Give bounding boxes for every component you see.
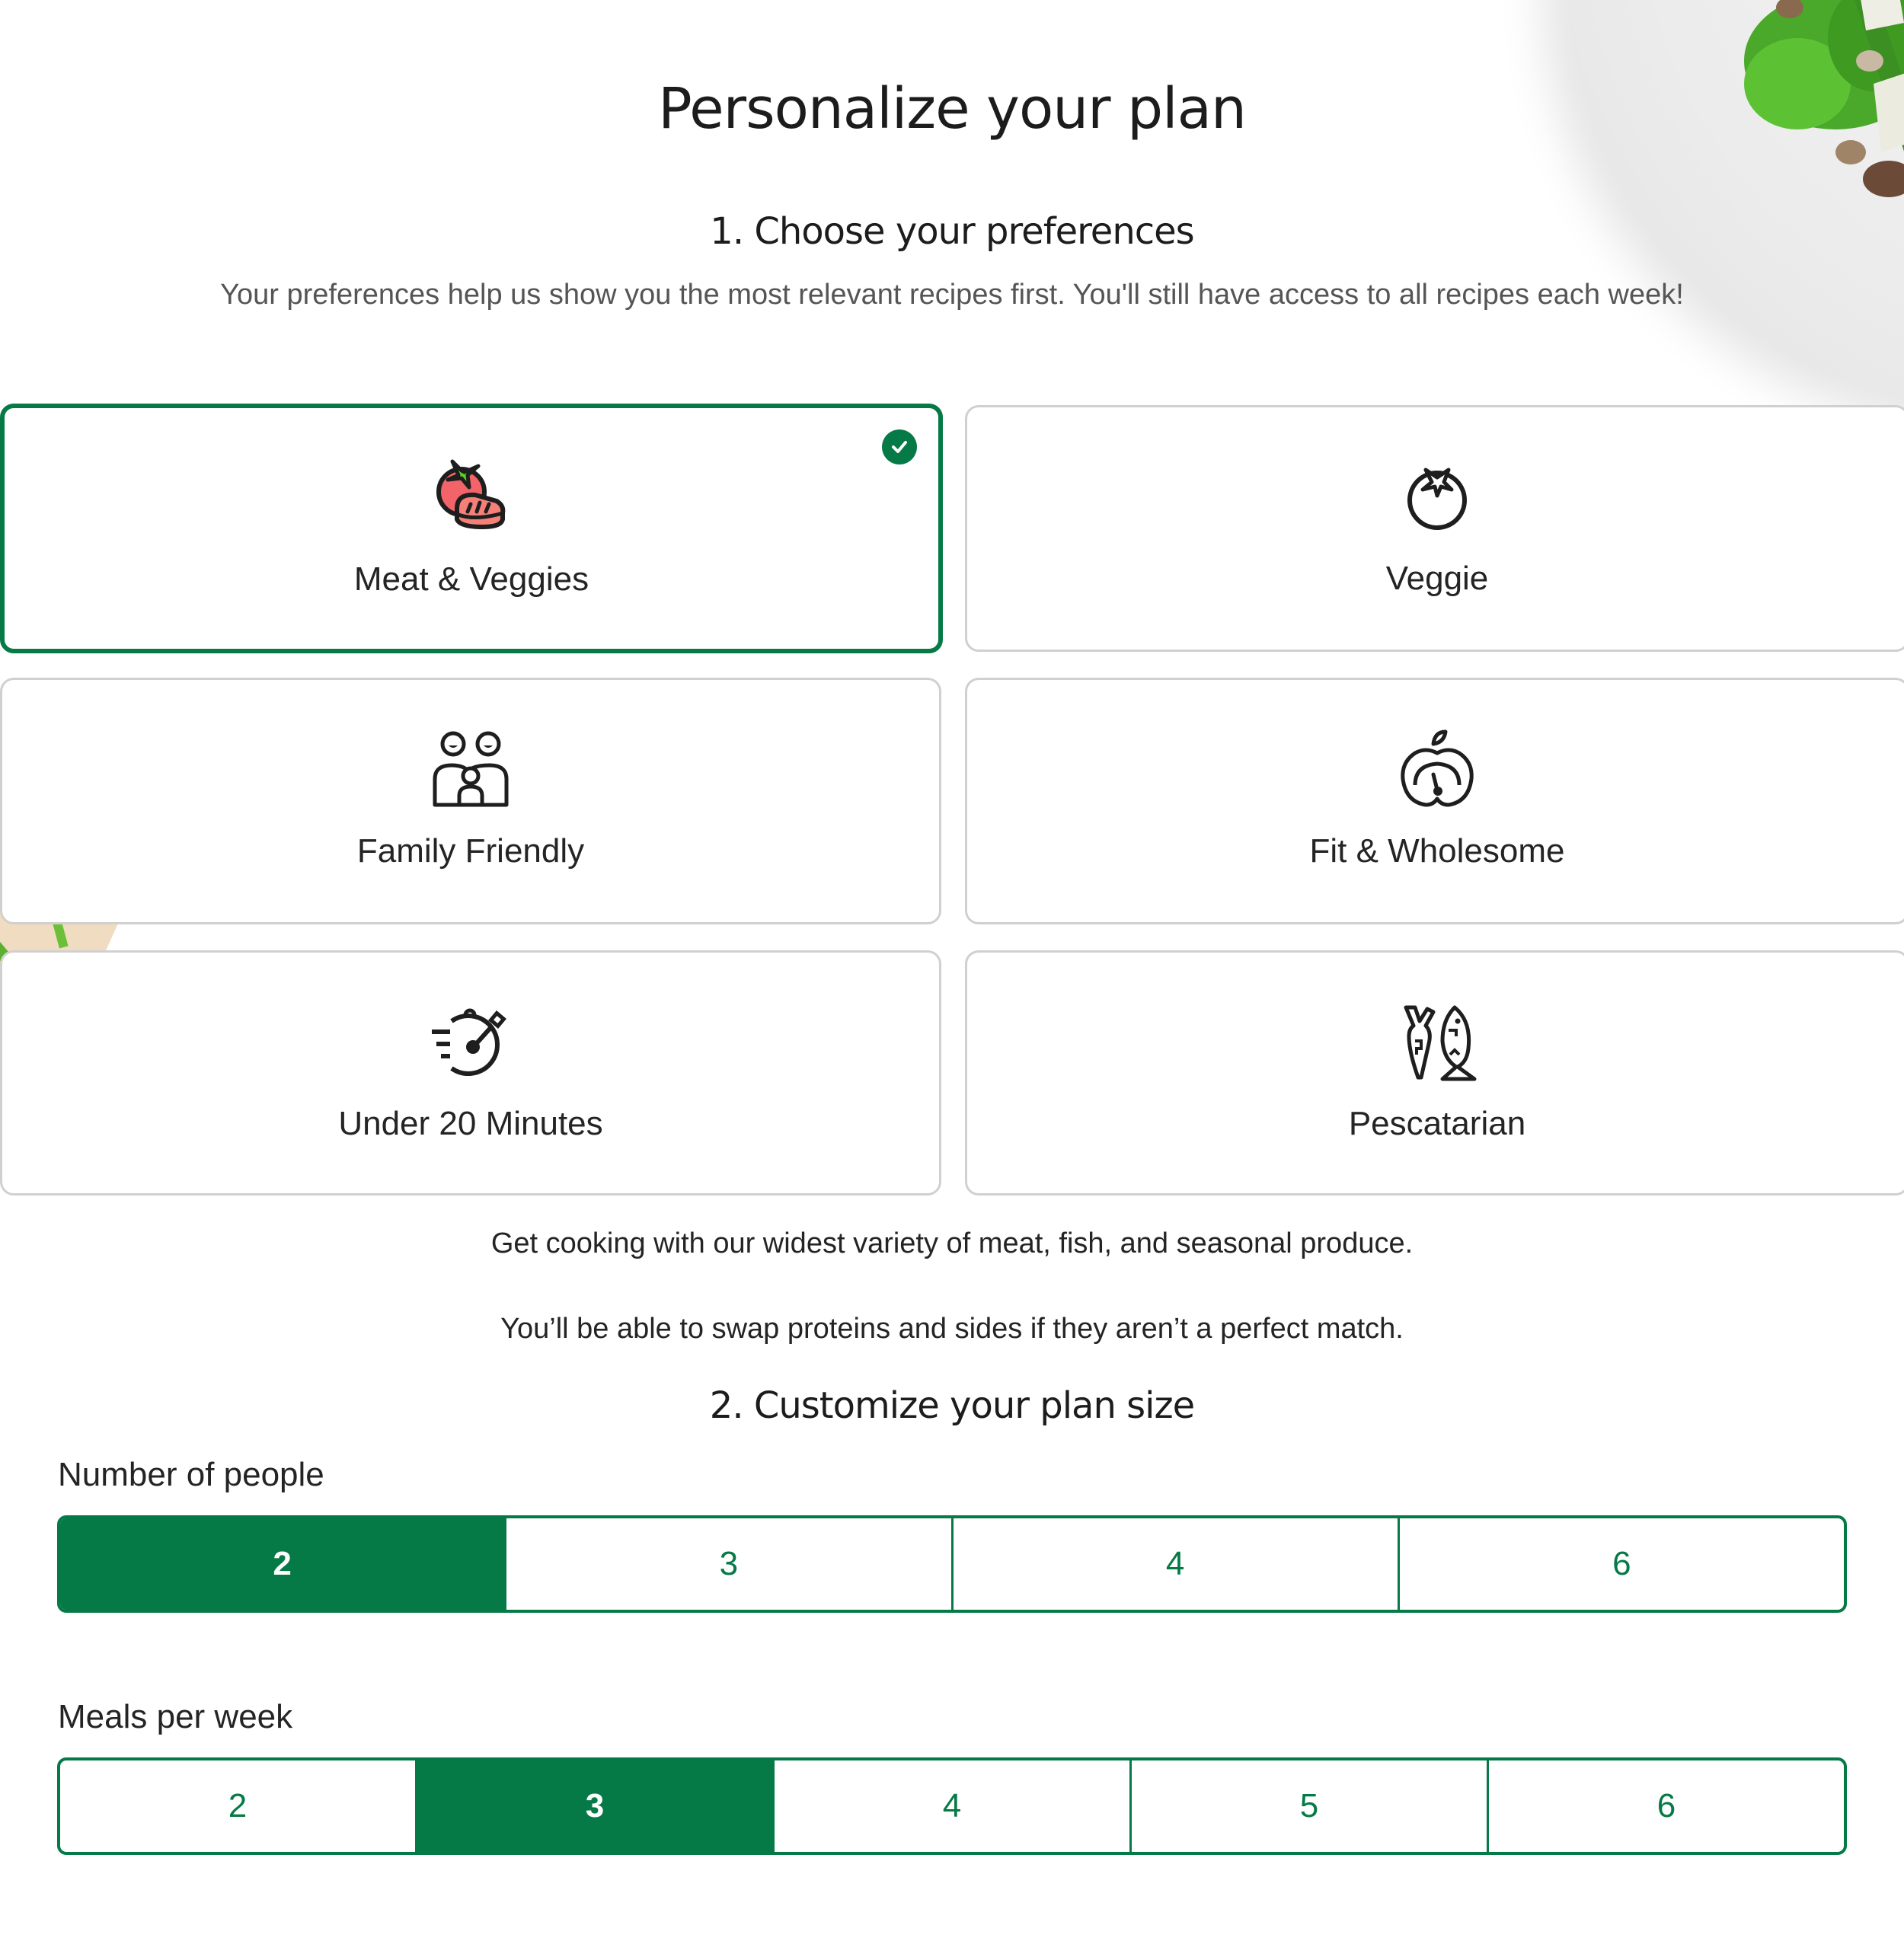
checkmark-icon xyxy=(882,429,917,464)
preference-label: Family Friendly xyxy=(356,832,585,870)
meals-per-week-label: Meals per week xyxy=(58,1698,293,1735)
meals-option-3[interactable]: 3 xyxy=(415,1760,772,1852)
number-of-people-selector: 2 3 4 6 xyxy=(57,1515,1847,1613)
meals-option-5[interactable]: 5 xyxy=(1129,1760,1487,1852)
section-preferences-subtitle: Your preferences help us show you the mo… xyxy=(220,279,1684,311)
apple-gauge-icon xyxy=(1401,729,1474,807)
family-icon xyxy=(433,731,509,807)
preference-card-pescatarian[interactable]: Pescatarian xyxy=(965,950,1904,1195)
number-of-people-label: Number of people xyxy=(58,1456,324,1493)
meals-per-week-selector: 2 3 4 5 6 xyxy=(57,1757,1847,1855)
preference-label: Under 20 Minutes xyxy=(338,1105,603,1142)
tomato-icon xyxy=(1407,468,1467,530)
meals-option-2[interactable]: 2 xyxy=(60,1760,415,1852)
people-option-2[interactable]: 2 xyxy=(60,1518,505,1610)
preference-description-line-2: You’ll be able to swap proteins and side… xyxy=(500,1313,1404,1345)
people-option-3[interactable]: 3 xyxy=(504,1518,950,1610)
preference-card-meat-veggies[interactable]: Meat & Veggies xyxy=(0,404,943,653)
preference-card-family-friendly[interactable]: Family Friendly xyxy=(0,678,941,924)
preference-label: Meat & Veggies xyxy=(353,560,589,598)
meals-option-6[interactable]: 6 xyxy=(1487,1760,1844,1852)
preference-card-under-20-minutes[interactable]: Under 20 Minutes xyxy=(0,950,941,1195)
people-option-4[interactable]: 4 xyxy=(950,1518,1398,1610)
section-preferences-title: 1. Choose your preferences xyxy=(710,210,1194,253)
section-plan-size-title: 2. Customize your plan size xyxy=(709,1384,1195,1427)
preference-label: Veggie xyxy=(1385,560,1489,597)
meat-veggies-icon xyxy=(436,459,506,529)
preference-card-fit-wholesome[interactable]: Fit & Wholesome xyxy=(965,678,1904,924)
people-option-6[interactable]: 6 xyxy=(1397,1518,1844,1610)
preference-card-veggie[interactable]: Veggie xyxy=(965,405,1904,652)
preference-label: Pescatarian xyxy=(1348,1105,1526,1142)
preference-description-line-1: Get cooking with our widest variety of m… xyxy=(490,1227,1414,1259)
page-title: Personalize your plan xyxy=(658,76,1247,142)
meals-option-4[interactable]: 4 xyxy=(772,1760,1129,1852)
stopwatch-icon xyxy=(432,1008,506,1076)
preference-label: Fit & Wholesome xyxy=(1309,832,1565,870)
carrot-fish-icon xyxy=(1404,1005,1477,1081)
